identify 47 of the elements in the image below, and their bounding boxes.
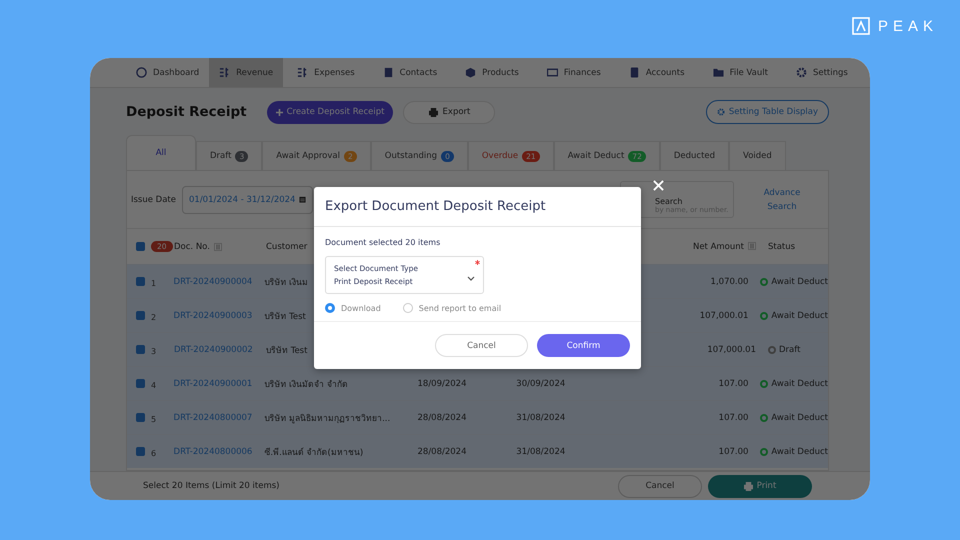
selection-text: Select 20 Items (Limit 20 items)	[143, 481, 280, 491]
row-number: 6	[151, 449, 156, 458]
nav-label: Settings	[812, 68, 848, 78]
nav-label: Revenue	[236, 68, 274, 78]
dialog-title: Export Document Deposit Receipt	[314, 187, 641, 227]
table-cell: 107,000.01	[700, 310, 748, 320]
selected-count-text: Document selected 20 items	[325, 238, 442, 247]
nav-label: Contacts	[400, 68, 438, 78]
nav-label: Products	[482, 68, 519, 78]
nav-label: Finances	[564, 68, 601, 78]
table-cell: บริษัท Test	[264, 312, 306, 322]
radio-label: Download	[341, 304, 381, 312]
table-cell: บริษัท เงินมัดจำ จำกัด	[264, 380, 348, 390]
row-number: 4	[151, 381, 156, 390]
table-cell: 31/08/2024	[516, 412, 566, 422]
nav-label: Expenses	[314, 68, 355, 78]
table-cell: 107,000.01	[707, 344, 756, 354]
table-cell: 107.00	[718, 412, 748, 422]
row-number: 1	[151, 279, 156, 288]
table-cell: บริษัท Test	[266, 346, 308, 356]
page-title: Deposit Receipt	[126, 104, 247, 120]
status-label: Await Deduct	[771, 412, 828, 422]
status-label: Await Deduct	[771, 310, 828, 320]
nav-label: Dashboard	[153, 68, 200, 78]
table-cell: บริษัท มูลนิธิมหามกุฏราชวิทยา...	[264, 414, 390, 424]
table-cell: ซี.พี.แลนด์ จำกัด(มหาชน)	[264, 448, 364, 458]
table-cell: 18/09/2024	[418, 378, 466, 388]
table-cell: 31/08/2024	[516, 446, 566, 456]
table-cell: 30/09/2024	[516, 378, 566, 388]
nav-label: File Vault	[730, 68, 768, 78]
table-cell: 107.00	[718, 446, 748, 456]
row-number: 2	[151, 313, 156, 322]
table-cell: 1,070.00	[710, 276, 748, 286]
filter-label: Issue Date	[131, 194, 176, 204]
status-label: Await Deduct	[771, 378, 828, 388]
status-label: Await Deduct	[771, 446, 828, 456]
table-cell: 107.00	[718, 378, 748, 388]
table-cell: 28/08/2024	[418, 412, 466, 422]
row-number: 5	[151, 415, 156, 424]
table-cell: บริษัท เงินม	[264, 278, 308, 288]
row-number: 3	[151, 347, 156, 356]
status-label: Draft	[779, 344, 800, 354]
logo-text: PEAK	[878, 18, 938, 34]
table-cell: 28/08/2024	[418, 446, 466, 456]
status-label: Await Deduct	[771, 276, 828, 286]
radio-label: Send report to email	[418, 304, 502, 312]
nav-label: Accounts	[646, 68, 685, 78]
